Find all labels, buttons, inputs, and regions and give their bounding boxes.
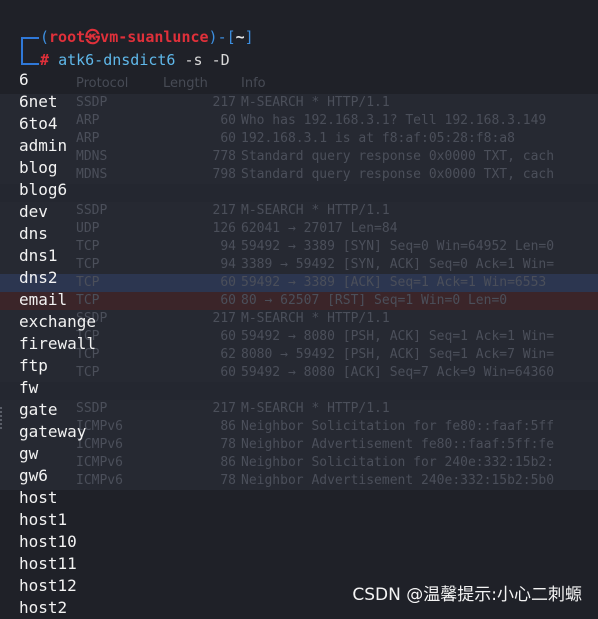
output-line: fw (19, 378, 39, 397)
output-line: blog (19, 158, 58, 177)
prompt-close-bracket: ] (244, 28, 254, 46)
output-line: host2 (19, 598, 68, 617)
output-line: gw6 (19, 466, 48, 485)
command-output: 6 6net 6to4 admin blog blog6 dev dns dns1 dns2 ema… (19, 69, 96, 619)
command-name: atk6-dnsdict6 (58, 51, 176, 69)
command-args: -s -D (175, 51, 230, 69)
output-line: gateway (19, 422, 87, 441)
output-line: host12 (19, 576, 77, 595)
output-line: host1 (19, 510, 68, 529)
output-line: host11 (19, 554, 77, 573)
output-line: 6to4 (19, 114, 58, 133)
output-line: host (19, 488, 58, 507)
output-line: blog6 (19, 180, 68, 199)
output-line: dns1 (19, 246, 58, 265)
terminal-window[interactable]: (root㉿vm-suanlunce)-[~] # atk6-dnsdict6 … (0, 0, 598, 617)
prompt-user: root (49, 28, 86, 46)
prompt-separator: )-[ (208, 28, 236, 46)
output-line: host10 (19, 532, 77, 551)
output-line: admin (19, 136, 68, 155)
csdn-watermark: CSDN @温馨提示:小心二刺螈 (352, 585, 582, 605)
prompt-open-paren: ( (40, 28, 50, 46)
output-line: exchange (19, 312, 97, 331)
prompt-line-2: # atk6-dnsdict6 -s -D (40, 49, 230, 71)
prompt-at-symbol: ㉿ (85, 28, 101, 46)
output-line: 6net (19, 92, 58, 111)
output-line: 6 (19, 70, 29, 89)
prompt-line-1: (root㉿vm-suanlunce)-[~] (40, 26, 254, 48)
output-line: gate (19, 400, 58, 419)
prompt-hash: # (40, 51, 50, 69)
output-line: dev (19, 202, 48, 221)
prompt-bracket-bottom (21, 50, 39, 65)
output-line: gw (19, 444, 39, 463)
output-line: firewall (19, 334, 97, 353)
output-line: dns (19, 224, 48, 243)
prompt-path: ~ (235, 28, 245, 46)
output-line: dns2 (19, 268, 58, 287)
output-line: ftp (19, 356, 48, 375)
output-line: email (19, 290, 68, 309)
prompt-host: vm-suanlunce (100, 28, 209, 46)
